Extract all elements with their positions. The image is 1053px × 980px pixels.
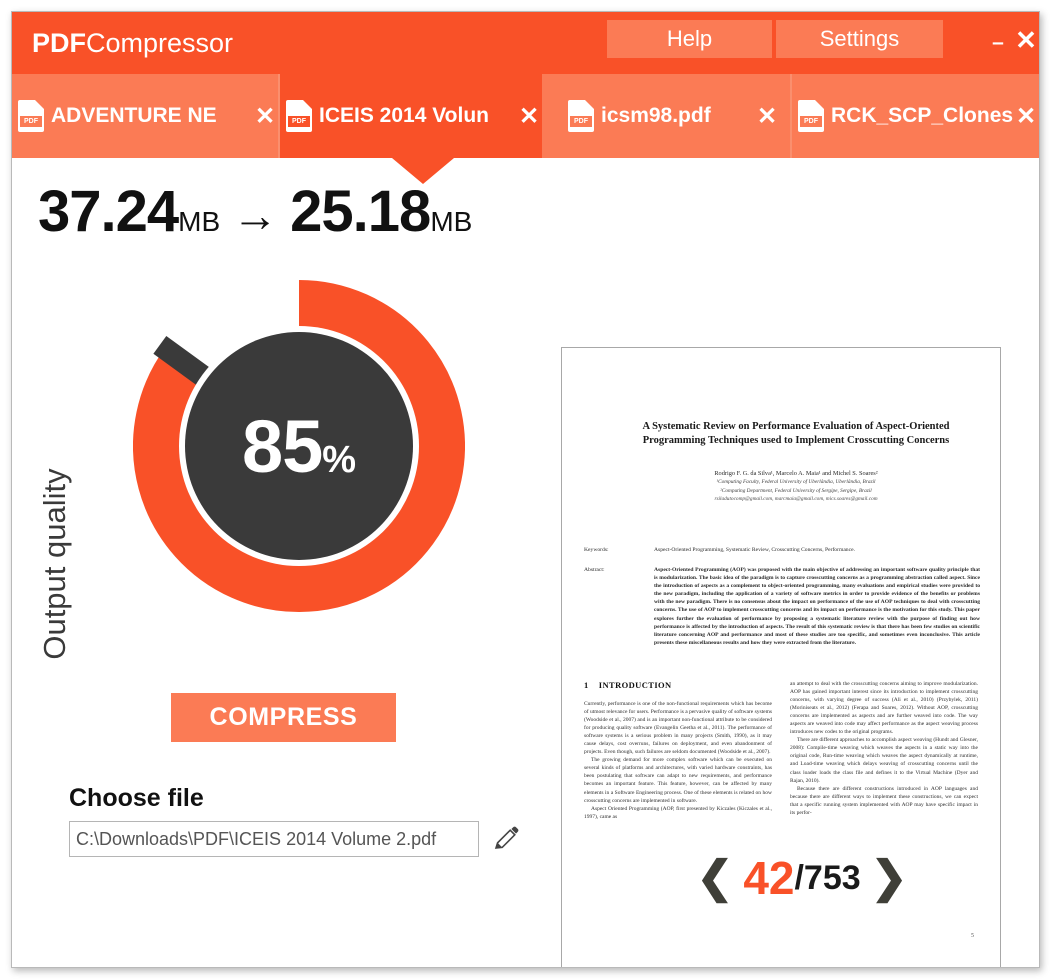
pdf-file-icon: PDF [568, 100, 594, 132]
logo-bold-text: PDF [32, 28, 86, 58]
original-size-unit: MB [178, 206, 221, 237]
next-page-icon[interactable]: ❯ [861, 856, 918, 900]
tab-close-icon[interactable]: ✕ [516, 102, 542, 131]
tab-rck-scp-clones[interactable]: PDF RCK_SCP_Clones ✕ [792, 74, 1039, 158]
tab-label: RCK_SCP_Clones [831, 104, 1013, 127]
preview-page-number: 5 [971, 933, 974, 939]
size-summary: 37.24MB → 25.18MB [38, 178, 472, 245]
preview-authors-block: Rodrigo F. G. da Silva¹, Marcelo A. Maia… [622, 470, 970, 504]
preview-section-heading: 1 INTRODUCTION [584, 680, 672, 690]
app-root: PDFCompressor Help Settings – ✕ PDF ADVE… [0, 0, 1053, 980]
logo-light-text: Compressor [86, 28, 234, 58]
title-bar: PDFCompressor Help Settings – ✕ [12, 12, 1039, 74]
tab-adventure[interactable]: PDF ADVENTURE NE ✕ [12, 74, 280, 158]
pdf-file-icon: PDF [798, 100, 824, 132]
preview-paragraph: Currently, performance is one of the non… [584, 701, 772, 756]
active-tab-pointer [392, 158, 454, 184]
help-button[interactable]: Help [607, 20, 772, 58]
tab-label: ADVENTURE NE [51, 104, 217, 127]
tab-label: icsm98.pdf [601, 104, 711, 127]
preview-keywords-value: Aspect-Oriented Programming, Systematic … [654, 547, 855, 553]
pdf-file-icon: PDF [18, 100, 44, 132]
original-size-value: 37.24 [38, 179, 179, 244]
app-logo: PDFCompressor [32, 28, 233, 59]
preview-section-title: INTRODUCTION [598, 680, 672, 690]
preview-paper-title: A Systematic Review on Performance Evalu… [642, 421, 950, 446]
preview-abstract-value: Aspect-Oriented Programming (AOP) was pr… [654, 567, 980, 646]
preview-affiliation-2: ²Computing Department, Federal Universit… [720, 487, 872, 494]
choose-file-label: Choose file [69, 784, 204, 812]
preview-paragraph: Aspect Oriented Programming (AOP, first … [584, 805, 772, 820]
tab-iceis[interactable]: PDF ICEIS 2014 Volun ✕ [280, 74, 542, 158]
preview-authors: Rodrigo F. G. da Silva¹, Marcelo A. Maia… [714, 470, 878, 477]
current-page-number: 42 [743, 852, 795, 904]
tab-close-icon[interactable]: ✕ [1013, 102, 1039, 131]
application-window: PDFCompressor Help Settings – ✕ PDF ADVE… [11, 11, 1040, 968]
pdf-file-icon: PDF [286, 100, 312, 132]
preview-paragraph: There are different approaches to accomp… [790, 737, 978, 784]
compressed-size-unit: MB [430, 206, 473, 237]
tab-close-icon[interactable]: ✕ [754, 102, 780, 131]
minimize-icon[interactable]: – [987, 31, 1009, 54]
preview-paragraph: an attempt to deal with the crosscutting… [790, 681, 978, 736]
page-navigation: ❮ 42 /753 ❯ [652, 850, 952, 906]
preview-body-right: an attempt to deal with the crosscutting… [790, 680, 978, 817]
file-path-row [69, 821, 529, 857]
preview-abstract-row: Abstract: Aspect-Oriented Programming (A… [584, 566, 980, 647]
preview-emails: rsiladutocomp@gmail.com, marcmaia@gmail.… [714, 496, 878, 503]
output-quality-label: Output quality [37, 468, 72, 660]
gauge-value-number: 85 [241, 405, 323, 488]
settings-button[interactable]: Settings [776, 20, 943, 58]
file-path-input[interactable] [69, 821, 479, 857]
previous-page-icon[interactable]: ❮ [686, 856, 743, 900]
tab-label: ICEIS 2014 Volun [319, 104, 489, 127]
preview-paragraph: Because there are different construction… [790, 785, 978, 816]
preview-keywords-row: Keywords: Aspect-Oriented Programming, S… [584, 546, 980, 554]
compressed-size-value: 25.18 [290, 179, 431, 244]
tab-icsm98[interactable]: PDF icsm98.pdf ✕ [542, 74, 792, 158]
close-icon[interactable]: ✕ [1015, 25, 1037, 55]
preview-paragraph: The growing demand for more complex soft… [584, 757, 772, 804]
tab-close-icon[interactable]: ✕ [252, 102, 278, 131]
gauge-value: 85% [133, 404, 465, 489]
preview-body-left: Currently, performance is one of the non… [584, 700, 772, 821]
total-page-count: /753 [794, 858, 861, 897]
preview-affiliation-1: ¹Computing Faculty, Federal University o… [716, 479, 876, 486]
pencil-edit-icon[interactable] [493, 825, 519, 853]
compress-button[interactable]: COMPRESS [171, 693, 396, 742]
gauge-value-suffix: % [322, 439, 357, 481]
preview-keywords-label: Keywords: [584, 547, 609, 553]
tab-strip: PDF ADVENTURE NE ✕ PDF ICEIS 2014 Volun … [12, 74, 1039, 184]
preview-abstract-label: Abstract: [584, 567, 605, 573]
main-content: 37.24MB → 25.18MB Output quality 85% COM… [12, 158, 1039, 967]
output-quality-gauge[interactable]: 85% [133, 280, 465, 612]
arrow-icon: → [232, 189, 279, 241]
preview-section-number: 1 [584, 680, 589, 690]
